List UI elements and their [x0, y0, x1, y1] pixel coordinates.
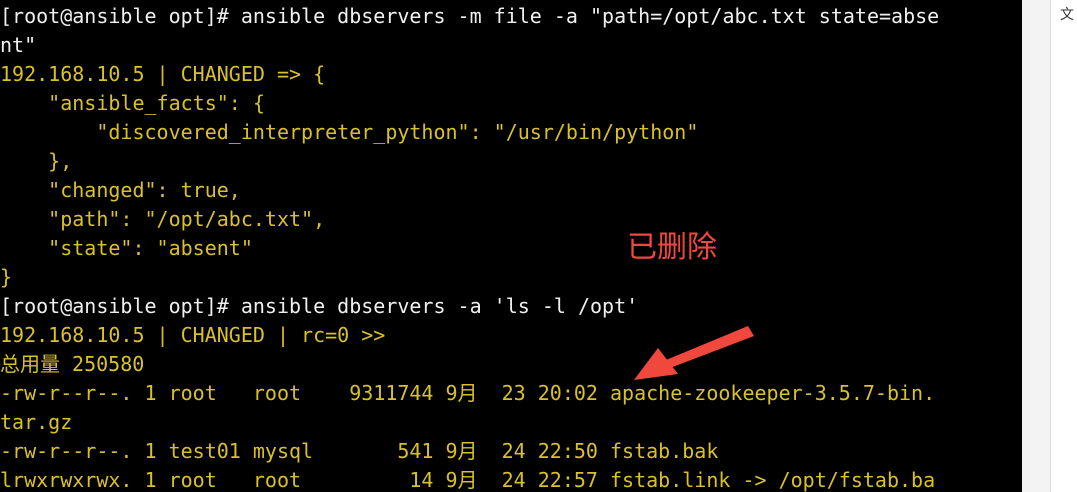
- terminal-line: -rw-r--r--. 1 root root 9311744 9月 23 20…: [0, 381, 936, 405]
- deleted-annotation-label: 已删除: [627, 230, 717, 265]
- terminal-line: "changed": true,: [0, 178, 241, 202]
- terminal-output: [root@ansible opt]# ansible dbservers -m…: [0, 2, 939, 492]
- side-panel-label[interactable]: 文: [1060, 4, 1074, 24]
- terminal-line: "path": "/opt/abc.txt",: [0, 207, 326, 231]
- terminal-line: "state": "absent": [0, 236, 253, 260]
- side-panel: 文: [1050, 0, 1077, 492]
- terminal-line: },: [0, 149, 73, 173]
- red-arrow-icon: [634, 326, 754, 380]
- terminal-line: nt": [0, 33, 37, 57]
- terminal-line: [root@ansible opt]# ansible dbservers -a…: [0, 294, 639, 318]
- window-gutter: [1022, 0, 1050, 492]
- terminal-line: 192.168.10.5 | CHANGED | rc=0 >>: [0, 323, 386, 347]
- terminal-window[interactable]: [root@ansible opt]# ansible dbservers -m…: [0, 0, 1022, 492]
- terminal-line: tar.gz: [0, 410, 73, 434]
- terminal-line: "ansible_facts": {: [0, 91, 265, 115]
- terminal-line: 总用量 250580: [0, 352, 145, 376]
- terminal-line: lrwxrwxrwx. 1 root root 14 9月 24 22:57 f…: [0, 468, 936, 492]
- arrow-shaft: [666, 326, 754, 368]
- screenshot-stage: [root@ansible opt]# ansible dbservers -m…: [0, 0, 1077, 492]
- terminal-line: }: [0, 265, 13, 289]
- terminal-line: -rw-r--r--. 1 test01 mysql 541 9月 24 22:…: [0, 439, 719, 463]
- terminal-line: [root@ansible opt]# ansible dbservers -m…: [0, 4, 940, 28]
- terminal-line: 192.168.10.5 | CHANGED => {: [0, 62, 326, 86]
- terminal-line: "discovered_interpreter_python": "/usr/b…: [0, 120, 699, 144]
